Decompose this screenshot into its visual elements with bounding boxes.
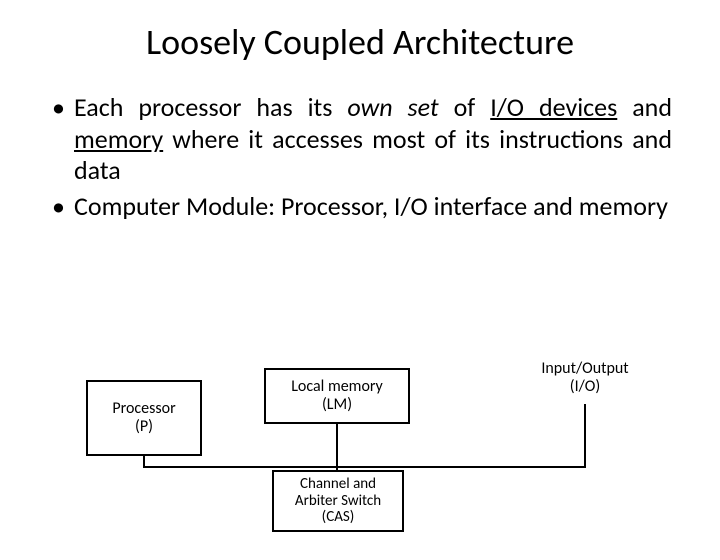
connector-line — [336, 466, 338, 472]
bullet-underline: memory — [74, 123, 163, 155]
slide-title: Loosely Coupled Architecture — [0, 20, 720, 64]
bullet-item: Each processor has its own set of I/O de… — [48, 92, 672, 187]
box-label: Input/Output — [541, 360, 628, 378]
architecture-diagram: Processor (P) Local memory (LM) Input/Ou… — [0, 350, 720, 550]
box-label: Arbiter Switch — [295, 493, 381, 510]
connector-line — [143, 466, 586, 468]
box-label: (LM) — [322, 396, 352, 414]
bullet-emphasis: own set — [347, 91, 438, 123]
box-label: Channel and — [300, 476, 376, 493]
bullet-text: Each processor has its — [74, 91, 347, 123]
connector-line — [584, 404, 586, 466]
box-label: Local memory — [291, 378, 383, 396]
box-label: Processor — [112, 400, 175, 418]
diagram-box-io: Input/Output (I/O) — [510, 350, 660, 406]
bullet-underline: I/O devices — [490, 91, 617, 123]
bullet-text: Computer Module: Processor, I/O interfac… — [74, 190, 668, 222]
bullet-text: where it accesses most of its instructio… — [74, 123, 672, 187]
bullet-text: and — [617, 91, 672, 123]
diagram-box-cas: Channel and Arbiter Switch (CAS) — [272, 470, 404, 532]
box-label: (CAS) — [322, 509, 355, 526]
diagram-box-local-memory: Local memory (LM) — [264, 368, 410, 424]
bullet-text: of — [439, 91, 491, 123]
diagram-box-processor: Processor (P) — [86, 380, 202, 456]
box-label: (I/O) — [570, 378, 601, 396]
connector-line — [336, 424, 338, 466]
bullet-list: Each processor has its own set of I/O de… — [0, 92, 720, 223]
connector-line — [143, 456, 145, 466]
box-label: (P) — [135, 418, 153, 436]
bullet-item: Computer Module: Processor, I/O interfac… — [48, 191, 672, 223]
